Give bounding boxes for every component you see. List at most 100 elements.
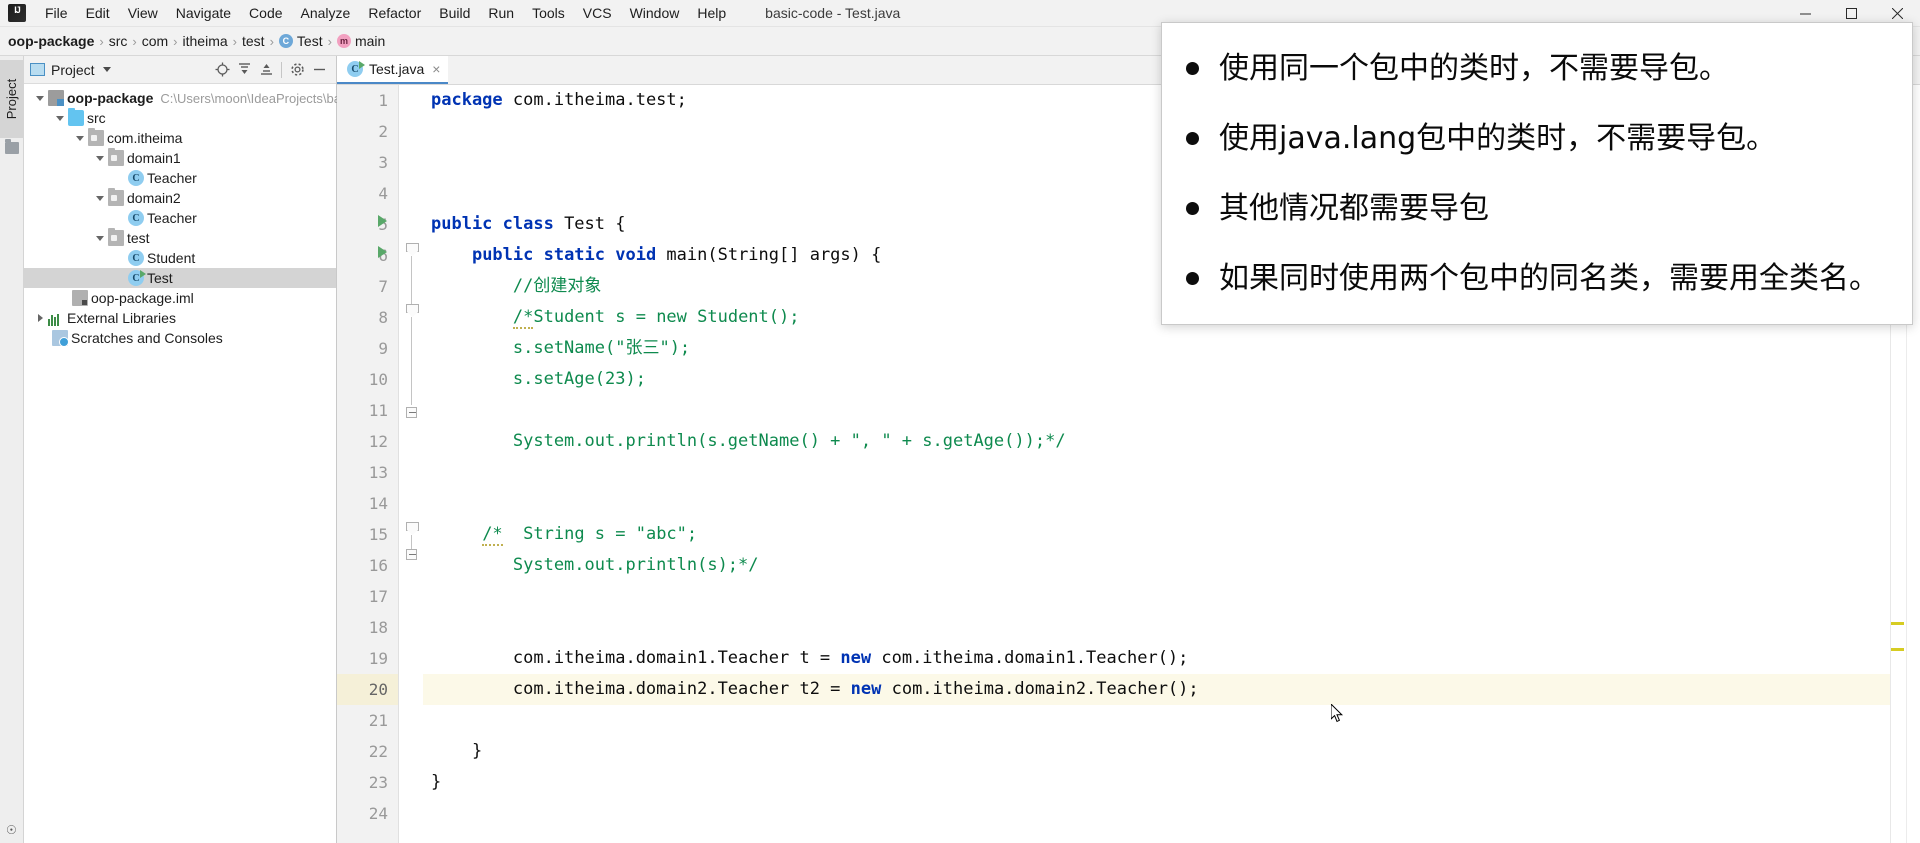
tree-node-com-itheima[interactable]: com.itheima [24, 128, 336, 148]
tree-node-label: domain1 [127, 150, 181, 166]
breadcrumb-item-main[interactable]: m main [336, 33, 385, 49]
line-number: 20 [337, 674, 398, 705]
fold-region-start-icon[interactable] [406, 243, 419, 254]
expand-all-icon[interactable] [233, 59, 255, 81]
menu-file[interactable]: File [36, 2, 77, 24]
mouse-cursor [1330, 702, 1345, 724]
hide-panel-icon[interactable] [308, 59, 330, 81]
line-number: 1 [378, 91, 388, 110]
line-number: 9 [378, 339, 388, 358]
stripe-marker-warning[interactable] [1891, 622, 1904, 625]
menu-help[interactable]: Help [688, 2, 735, 24]
note-bullet-item: 如果同时使用两个包中的同名类，需要用全类名。 [1186, 259, 1892, 299]
tree-node-Test[interactable]: C Test [24, 268, 336, 288]
menu-refactor[interactable]: Refactor [359, 2, 430, 24]
project-tool-window: Project oop-package C:\Users\moon\IdeaPr… [24, 56, 348, 843]
scratches-icon [52, 330, 69, 347]
close-icon[interactable]: × [432, 62, 440, 76]
chevron-down-icon[interactable] [72, 130, 88, 146]
module-icon [48, 90, 64, 106]
intellij-idea-window: File Edit View Navigate Code Analyze Ref… [0, 0, 1920, 843]
code-folding-gutter[interactable] [399, 85, 423, 843]
line-number: 11 [368, 401, 388, 420]
chevron-down-icon[interactable] [52, 110, 68, 126]
window-title: basic-code - Test.java [765, 5, 901, 21]
gear-icon[interactable] [286, 59, 308, 81]
tree-node-external-libraries[interactable]: External Libraries [24, 308, 336, 328]
editor-tab-Test-java[interactable]: C Test.java × [337, 56, 449, 84]
menu-window[interactable]: Window [621, 2, 689, 24]
source-folder-icon [68, 108, 84, 126]
terminal-icon[interactable]: ☉ [6, 823, 17, 837]
menu-navigate[interactable]: Navigate [167, 2, 240, 24]
menu-analyze[interactable]: Analyze [292, 2, 360, 24]
breadcrumb-item-Test[interactable]: C Test [278, 33, 323, 49]
project-panel-header: Project [24, 56, 336, 84]
chevron-down-icon[interactable] [102, 67, 111, 72]
tree-node-label: Student [147, 250, 196, 266]
breadcrumb-item-com[interactable]: com [142, 33, 168, 49]
tree-node-scratches-and-consoles[interactable]: Scratches and Consoles [24, 328, 336, 348]
line-number: 16 [368, 556, 388, 575]
package-icon [108, 188, 124, 206]
menu-edit[interactable]: Edit [77, 2, 119, 24]
code-line: } [431, 772, 442, 792]
code-line: com.itheima.domain1.Teacher t = new com.… [431, 648, 1189, 668]
menu-view[interactable]: View [119, 2, 167, 24]
chevron-right-icon[interactable] [32, 310, 48, 326]
run-line-marker-icon[interactable] [378, 215, 387, 227]
breadcrumb-item-test[interactable]: test [242, 33, 265, 49]
menu-build[interactable]: Build [430, 2, 479, 24]
menu-vcs[interactable]: VCS [574, 2, 621, 24]
tree-node-label: src [87, 110, 106, 126]
structure-icon[interactable] [5, 139, 19, 154]
line-number: 5 [378, 215, 388, 234]
project-view-icon [30, 63, 45, 76]
tree-node-label: Teacher [147, 210, 197, 226]
breadcrumb-item-oop-package[interactable]: oop-package [8, 33, 94, 49]
tree-node-label: Scratches and Consoles [71, 330, 223, 346]
chevron-down-icon[interactable] [92, 150, 108, 166]
tree-node-src[interactable]: src [24, 108, 336, 128]
breadcrumb-label: src [108, 33, 128, 49]
note-bullet-text: 使用同一个包中的类时，不需要导包。 [1219, 51, 1729, 86]
fold-region-start-icon[interactable] [406, 304, 419, 315]
fold-region-end-icon[interactable] [406, 549, 417, 560]
tree-node-test[interactable]: test [24, 228, 336, 248]
tree-node-domain2[interactable]: domain2 [24, 188, 336, 208]
fold-region-start-icon[interactable] [406, 522, 419, 533]
code-line: s.setName("张三"); [431, 338, 691, 358]
breadcrumb-label: oop-package [8, 33, 95, 49]
code-line: s.setAge(23); [431, 369, 646, 389]
tree-node-label: oop-package.iml [91, 290, 194, 306]
tree-node-oop-package-iml[interactable]: oop-package.iml [24, 288, 336, 308]
run-line-marker-icon[interactable] [378, 246, 387, 258]
toolbar-divider [281, 61, 282, 78]
menu-run[interactable]: Run [479, 2, 523, 24]
line-number-gutter[interactable]: 1 2 3 4 5 6 7 8 9 10 11 12 13 14 15 16 1… [337, 85, 399, 843]
locate-icon[interactable] [211, 59, 233, 81]
tree-node-label: domain2 [127, 190, 181, 206]
breadcrumb-separator: › [132, 33, 137, 49]
tree-node-domain2-Teacher[interactable]: C Teacher [24, 208, 336, 228]
chevron-down-icon[interactable] [92, 230, 108, 246]
collapse-all-icon[interactable] [255, 59, 277, 81]
chevron-down-icon[interactable] [92, 190, 108, 206]
breadcrumb-item-itheima[interactable]: itheima [183, 33, 228, 49]
breadcrumb-item-src[interactable]: src [109, 33, 128, 49]
breadcrumb-separator: › [173, 33, 178, 49]
tool-window-button-project[interactable]: Project [0, 60, 24, 138]
stripe-marker-warning[interactable] [1891, 648, 1904, 651]
menu-tools[interactable]: Tools [523, 2, 574, 24]
tree-node-domain1-Teacher[interactable]: C Teacher [24, 168, 336, 188]
class-icon: C [128, 170, 144, 186]
fold-region-end-icon[interactable] [406, 407, 417, 418]
menu-code[interactable]: Code [240, 2, 291, 24]
tree-node-oop-package[interactable]: oop-package C:\Users\moon\IdeaProjects\b… [24, 88, 348, 108]
chevron-down-icon[interactable] [32, 90, 48, 106]
tree-node-domain1[interactable]: domain1 [24, 148, 336, 168]
line-number: 22 [368, 742, 388, 761]
tree-node-Student[interactable]: C Student [24, 248, 336, 268]
line-number: 24 [368, 804, 388, 823]
